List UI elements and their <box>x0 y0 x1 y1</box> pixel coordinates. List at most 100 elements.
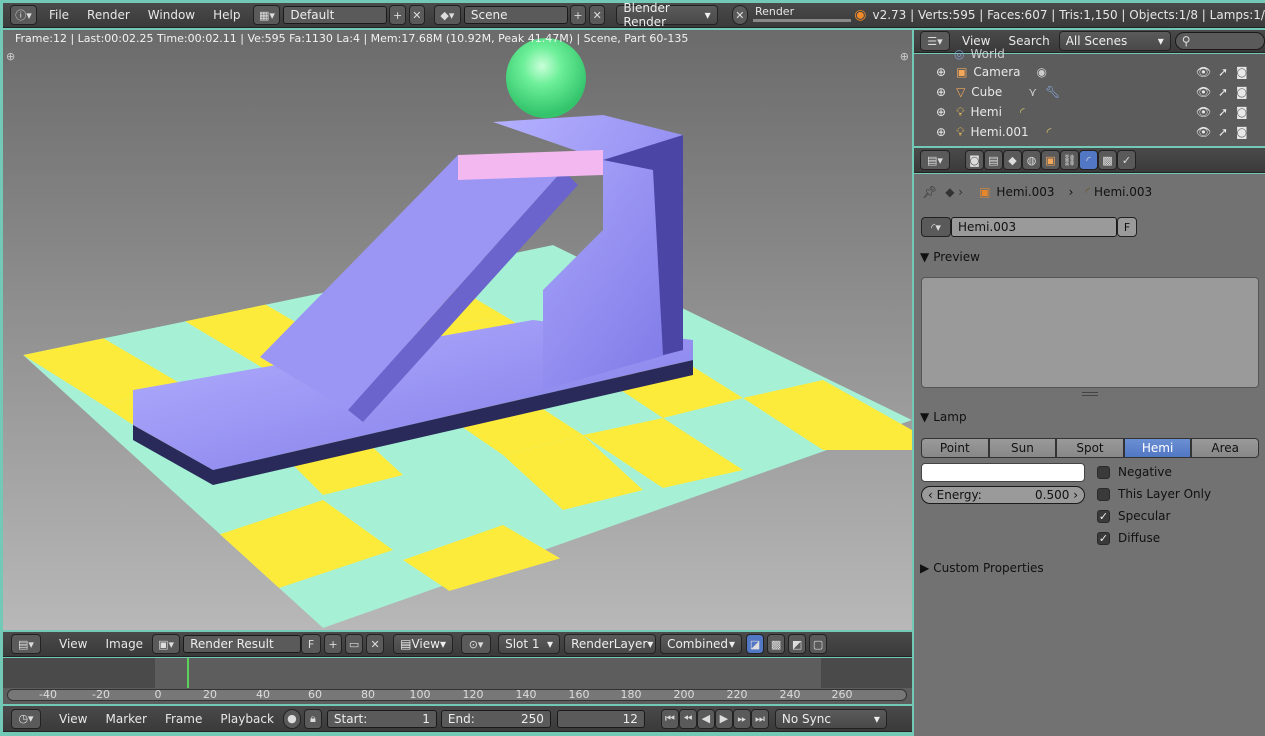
current-frame-line[interactable] <box>187 658 189 688</box>
image-menu-view[interactable]: View <box>50 637 96 651</box>
option-negative[interactable]: Negative <box>1097 465 1172 479</box>
lock-icon[interactable]: 🔒︎ <box>303 708 322 729</box>
option-this-layer-only[interactable]: This Layer Only <box>1097 487 1211 501</box>
jump-end-icon[interactable]: ⏭︎ <box>750 708 769 729</box>
cancel-render-icon[interactable]: ✕ <box>731 5 748 25</box>
screen-layout-icon[interactable]: ▦▾ <box>253 5 281 25</box>
lamp-data-tab-icon[interactable]: ◜ <box>1079 150 1098 170</box>
this-layer-only-checkbox[interactable] <box>1097 487 1110 501</box>
pin-icon[interactable]: 📌︎ <box>922 185 937 199</box>
image-name-field[interactable]: Render Result <box>183 635 302 653</box>
visibility-eye-icon[interactable]: 👁︎ <box>1196 125 1211 139</box>
menu-render[interactable]: Render <box>78 8 139 22</box>
scene-field[interactable]: Scene <box>463 6 568 24</box>
layout-field[interactable]: Default <box>283 6 388 24</box>
image-unlink-icon[interactable]: ✕ <box>366 634 385 654</box>
world-tab-icon[interactable]: ◍ <box>1022 150 1041 170</box>
viewport-corner-plus-icon[interactable]: ⊕ <box>6 50 15 63</box>
view-select[interactable]: ▤ View ▾ <box>393 634 454 654</box>
negative-checkbox[interactable] <box>1097 465 1110 479</box>
image-browse-icon[interactable]: ▣▾ <box>152 634 181 654</box>
alpha-checker-icon[interactable]: ▩ <box>767 634 786 654</box>
slot-select[interactable]: Slot 1 ▾ <box>498 634 561 654</box>
menu-help[interactable]: Help <box>204 8 249 22</box>
expand-icon[interactable]: ⊕ <box>936 105 946 119</box>
menu-file[interactable]: File <box>40 8 78 22</box>
lamp-datablock-browse-icon[interactable]: ◜▾ <box>921 217 951 237</box>
timeline-scrollbar[interactable] <box>7 689 907 701</box>
render-camera-icon[interactable]: ◙ <box>1236 125 1248 139</box>
lamp-type-point[interactable]: Point <box>921 438 989 458</box>
sync-select[interactable]: No Sync ▾ <box>774 708 887 729</box>
outliner-item-cube[interactable]: ⊕ ▽ Cube ⋎ 🔧︎ 👁︎ ➚ ◙ <box>914 82 1265 102</box>
timeline-area[interactable] <box>3 658 912 704</box>
draw-channels-icon[interactable]: ◪ <box>746 634 765 654</box>
image-menu-image[interactable]: Image <box>96 637 152 651</box>
timeline-menu-view[interactable]: View <box>50 712 96 726</box>
option-specular[interactable]: ✓ Specular <box>1097 509 1170 523</box>
preview-panel-header[interactable]: ▼ Preview <box>920 247 1260 267</box>
select-arrow-icon[interactable]: ➚ <box>1218 85 1228 99</box>
timeline-menu-playback[interactable]: Playback <box>211 712 283 726</box>
object-tab-icon[interactable]: ▣ <box>1041 150 1060 170</box>
lamp-type-area[interactable]: Area <box>1191 438 1259 458</box>
lock-view-icon[interactable]: ▢ <box>809 634 828 654</box>
expand-icon[interactable]: ⊕ <box>936 65 946 79</box>
render-pass-select[interactable]: Combined ▾ <box>660 634 743 654</box>
lamp-color-swatch[interactable] <box>921 463 1085 482</box>
image-editor-type-icon[interactable]: ▤▾ <box>11 634 41 654</box>
delete-scene-icon[interactable]: ✕ <box>589 5 606 25</box>
info-editor-icon[interactable]: ⓘ▾ <box>10 5 37 25</box>
menu-window[interactable]: Window <box>139 8 204 22</box>
prev-keyframe-icon[interactable]: ⏪︎ <box>678 708 697 729</box>
lamp-type-sun[interactable]: Sun <box>988 438 1057 458</box>
jump-start-icon[interactable]: ⏮︎ <box>660 708 679 729</box>
constraints-tab-icon[interactable]: ⛓︎ <box>1060 150 1079 170</box>
image-fake-user[interactable]: F <box>301 634 322 654</box>
lamp-datablock-name[interactable]: Hemi.003 <box>951 217 1117 237</box>
current-frame-field[interactable]: 12 <box>556 709 645 728</box>
delete-layout-icon[interactable]: ✕ <box>408 5 425 25</box>
image-open-icon[interactable]: ▭ <box>345 634 364 654</box>
visibility-eye-icon[interactable]: 👁︎ <box>1196 85 1211 99</box>
outliner-item-hemi-001[interactable]: ⊕ 💡︎ Hemi.001 ◜ 👁︎ ➚ ◙ <box>914 122 1265 142</box>
outliner-item-world[interactable]: ◎ World <box>914 44 1265 64</box>
next-keyframe-icon[interactable]: ⏩︎ <box>732 708 751 729</box>
select-arrow-icon[interactable]: ➚ <box>1218 105 1228 119</box>
physics-tab-icon[interactable]: ✓ <box>1117 150 1136 170</box>
texture-tab-icon[interactable]: ▩ <box>1098 150 1117 170</box>
render-viewport[interactable]: Frame:12 | Last:00:02.25 Time:00:02.11 |… <box>3 30 912 630</box>
record-icon[interactable]: ● <box>282 708 301 729</box>
expand-icon[interactable]: ⊕ <box>936 125 946 139</box>
add-scene-icon[interactable]: + <box>569 5 587 25</box>
select-arrow-icon[interactable]: ➚ <box>1218 65 1228 79</box>
add-layout-icon[interactable]: + <box>389 5 406 25</box>
end-frame-field[interactable]: End: 250 <box>440 709 551 728</box>
visibility-eye-icon[interactable]: 👁︎ <box>1196 105 1211 119</box>
render-layers-tab-icon[interactable]: ▤ <box>984 150 1003 170</box>
viewport-corner-plus-right-icon[interactable]: ⊕ <box>900 50 909 63</box>
render-camera-icon[interactable]: ◙ <box>1236 105 1248 119</box>
lamp-type-spot[interactable]: Spot <box>1056 438 1124 458</box>
visibility-eye-icon[interactable]: 👁︎ <box>1196 65 1211 79</box>
play-reverse-icon[interactable]: ◀ <box>696 708 715 729</box>
timeline-menu-marker[interactable]: Marker <box>96 712 155 726</box>
image-new-icon[interactable]: + <box>324 634 343 654</box>
z-buffer-icon[interactable]: ◩ <box>788 634 807 654</box>
option-diffuse[interactable]: ✓ Diffuse <box>1097 531 1160 545</box>
timeline-menu-frame[interactable]: Frame <box>156 712 211 726</box>
select-arrow-icon[interactable]: ➚ <box>1218 125 1228 139</box>
lamp-fake-user[interactable]: F <box>1117 217 1137 237</box>
render-camera-icon[interactable]: ◙ <box>1236 65 1248 79</box>
custom-properties-header[interactable]: ▶ Custom Properties <box>920 558 1260 578</box>
outliner-item-hemi[interactable]: ⊕ 💡︎ Hemi ◜ 👁︎ ➚ ◙ <box>914 102 1265 122</box>
render-camera-icon[interactable]: ◙ <box>1236 85 1248 99</box>
play-icon[interactable]: ▶ <box>714 708 733 729</box>
energy-field[interactable]: ‹ Energy: 0.500 › <box>921 486 1085 504</box>
scene-icon[interactable]: ◆▾ <box>433 5 461 25</box>
preview-resize-handle[interactable] <box>1082 392 1098 396</box>
outliner-item-camera[interactable]: ⊕ ▣ Camera ◉ 👁︎ ➚ ◙ <box>914 62 1265 82</box>
specular-checkbox[interactable]: ✓ <box>1097 509 1110 523</box>
render-engine-select[interactable]: Blender Render ▾ <box>616 1 718 29</box>
render-layer-select[interactable]: RenderLayer ▾ <box>564 634 657 654</box>
